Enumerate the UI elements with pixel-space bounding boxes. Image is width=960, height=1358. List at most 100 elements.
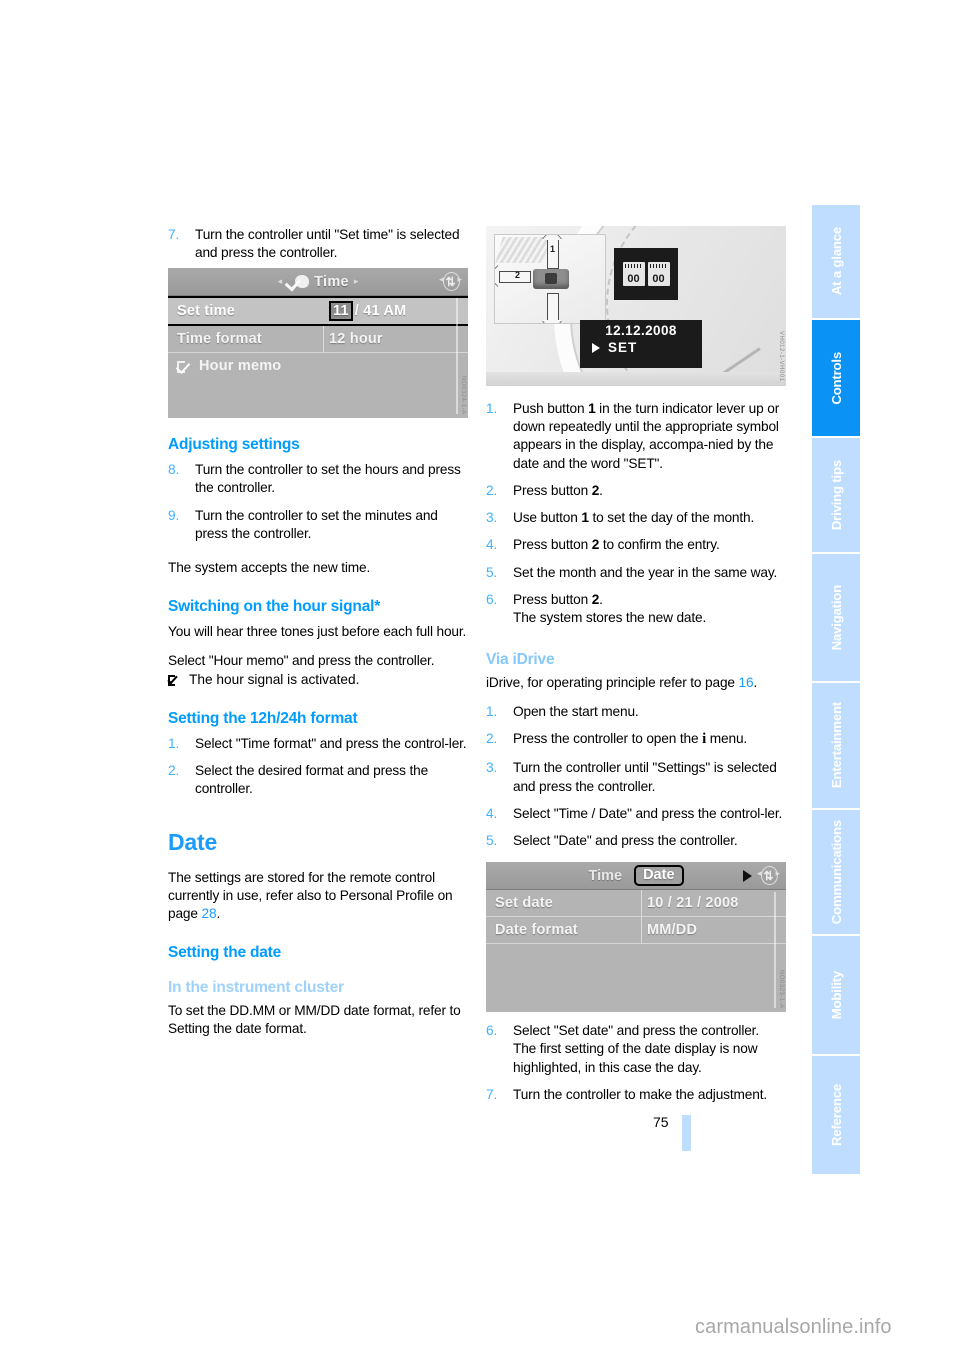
step-text: Turn the controller until "Settings" is … xyxy=(513,760,777,794)
checkbox-icon xyxy=(177,360,193,373)
step-list-adjusting: 8. Turn the controller to set the hours … xyxy=(168,461,468,543)
idrive-row-label: Set date xyxy=(495,895,554,912)
column-divider xyxy=(641,890,642,917)
idrive-tab-date[interactable]: Date xyxy=(634,865,684,887)
step-text-before: Press the controller to open the xyxy=(513,731,703,747)
idrive-row-date-format[interactable]: Date format MM/DD xyxy=(486,917,786,944)
step-text: Select the desired format and press the … xyxy=(195,762,429,797)
step-number: 6. xyxy=(486,1023,498,1039)
sidebar-item-mobility[interactable]: Mobility xyxy=(812,936,860,1054)
sidebar-item-communications[interactable]: Communications xyxy=(812,810,860,934)
list-item: 3. Turn the controller until "Settings" … xyxy=(486,759,786,795)
step-text-after: menu. xyxy=(706,731,748,747)
turn-indicator-lever-inset: 1 2 xyxy=(494,234,606,324)
idrive-row-set-time[interactable]: Set time 11/ 41 AM xyxy=(168,296,468,327)
watermark-text: carmanualsonline.info xyxy=(695,1316,892,1338)
checkmark-icon xyxy=(168,674,183,687)
idrive-intro-paragraph: iDrive, for operating principle refer to… xyxy=(486,674,786,692)
step-text: Select "Date" and press the controller. xyxy=(513,833,738,849)
lever-button xyxy=(545,273,557,284)
step-number: 7. xyxy=(168,227,180,242)
row-divider xyxy=(486,943,786,945)
step-number: 1. xyxy=(168,735,180,751)
idrive-time-screenshot: ◂ Time ▸ ◂ ⇅ ▸ Set time 11/ 41 AM Time f… xyxy=(168,268,468,419)
sidebar-item-navigation[interactable]: Navigation xyxy=(812,554,860,681)
step-text: Turn the controller to set the hours and… xyxy=(195,462,461,496)
left-column: 7. Turn the controller until "Set time" … xyxy=(168,226,468,1049)
hour-signal-activated-line: The hour signal is activated. xyxy=(168,671,468,689)
cluster-date-value: 12.12.2008 xyxy=(605,323,677,338)
tab-label: Mobility xyxy=(828,970,844,1020)
idrive-intro-period: . xyxy=(753,675,758,690)
column-divider xyxy=(323,326,324,353)
idrive-row-time-format[interactable]: Time format 12 hour xyxy=(168,326,468,353)
sidebar-item-at-a-glance[interactable]: At a glance xyxy=(812,205,860,318)
cluster-set-label: SET xyxy=(608,340,638,355)
step-text: Use button 1 to set the day of the month… xyxy=(513,510,755,526)
button-ref-2: 2 xyxy=(591,482,600,498)
sidebar-item-reference[interactable]: Reference xyxy=(812,1056,860,1174)
idrive-row-value: 10 / 21 / 2008 xyxy=(647,895,739,912)
heading-via-idrive: Via iDrive xyxy=(486,651,555,669)
image-code: VH012-1-VH001 xyxy=(778,331,784,382)
sidebar-item-controls[interactable]: Controls xyxy=(812,320,860,436)
list-item: 4. Press button 2 to confirm the entry. xyxy=(486,536,786,554)
page-reference-28[interactable]: 28 xyxy=(202,906,217,921)
step-text: Turn the controller to make the adjustme… xyxy=(513,1086,767,1102)
next-arrow-icon: ▸ xyxy=(353,276,359,287)
next-arrow-icon[interactable] xyxy=(743,870,752,883)
page-marker xyxy=(682,1115,691,1151)
column-divider xyxy=(641,917,642,944)
step-number: 1. xyxy=(486,401,498,416)
step-text: Open the start menu. xyxy=(513,704,639,720)
list-item: 1. Select "Time format" and press the co… xyxy=(168,735,468,753)
idrive-row-label: Date format xyxy=(495,922,578,939)
sidebar-item-entertainment[interactable]: Entertainment xyxy=(812,683,860,808)
step-number: 2. xyxy=(486,731,498,747)
idrive-title-bar: ◂ Time ▸ ◂ ⇅ ▸ xyxy=(168,268,468,297)
dash-band xyxy=(486,372,786,386)
heading-hour-signal: Switching on the hour signal* xyxy=(168,598,381,616)
step-number: 2. xyxy=(486,482,498,498)
button-ref-1: 1 xyxy=(588,401,596,416)
scrollbar[interactable] xyxy=(774,892,776,1009)
step-text: Press button 2. The system stores the new… xyxy=(513,591,707,625)
idrive-row-label: Set time xyxy=(177,303,236,320)
list-item: 3. Use button 1 to set the day of the mo… xyxy=(486,509,786,527)
tab-label: Navigation xyxy=(828,584,844,651)
step-list-set-time: 7. Turn the controller until "Set time" … xyxy=(168,226,468,262)
step-number: 5. xyxy=(486,833,498,849)
step-text: Turn the controller to set the minutes a… xyxy=(195,507,438,541)
list-item: 6. Select "Set date" and press the contr… xyxy=(486,1022,786,1077)
sidebar-item-driving-tips[interactable]: Driving tips xyxy=(812,438,860,552)
heading-date: Date xyxy=(168,829,218,856)
tab-label: Reference xyxy=(828,1084,844,1146)
heading-12h-24h-format: Setting the 12h/24h format xyxy=(168,709,358,727)
play-triangle-icon xyxy=(592,342,600,353)
scrollbar[interactable] xyxy=(456,298,458,415)
list-item: 7. Turn the controller until "Set time" … xyxy=(168,226,468,262)
idrive-row-label: Time format xyxy=(177,331,262,348)
instrument-cluster-text: To set the DD.MM or MM/DD date format, r… xyxy=(168,1002,461,1037)
idrive-row-label: Hour memo xyxy=(199,358,282,375)
page-number: 75 xyxy=(653,1114,669,1130)
arrow-down-icon xyxy=(547,293,559,321)
step-text: Select "Set date" and press the controll… xyxy=(513,1023,759,1075)
callout-label-1: 1 xyxy=(550,244,556,254)
idrive-row-hour-memo[interactable]: Hour memo xyxy=(168,353,468,379)
step-text: Press the controller to open the i menu. xyxy=(513,731,748,747)
calendar-leaf-left: 00 xyxy=(622,262,645,286)
time-rest: / 41 AM xyxy=(354,303,407,320)
idrive-tab-time[interactable]: Time xyxy=(588,868,622,884)
idrive-row-set-date[interactable]: Set date 10 / 21 / 2008 xyxy=(486,890,786,917)
list-item: 2. Select the desired format and press t… xyxy=(168,762,468,798)
button-ref-2: 2 xyxy=(591,591,600,607)
list-item: 8. Turn the controller to set the hours … xyxy=(168,461,468,497)
cluster-date-display: 12.12.2008 SET xyxy=(580,320,702,368)
step-number: 8. xyxy=(168,462,180,478)
hour-signal-paragraph-2: Select "Hour memo" and press the control… xyxy=(168,653,435,669)
step-text: Select "Time / Date" and press the contr… xyxy=(513,805,783,821)
page-reference-16[interactable]: 16 xyxy=(739,675,754,690)
step-text: Turn the controller until "Set time" is … xyxy=(195,227,460,261)
right-column: 1 2 00 00 12.12.2008 SET VH012-1-VH001 1… xyxy=(486,226,786,1110)
